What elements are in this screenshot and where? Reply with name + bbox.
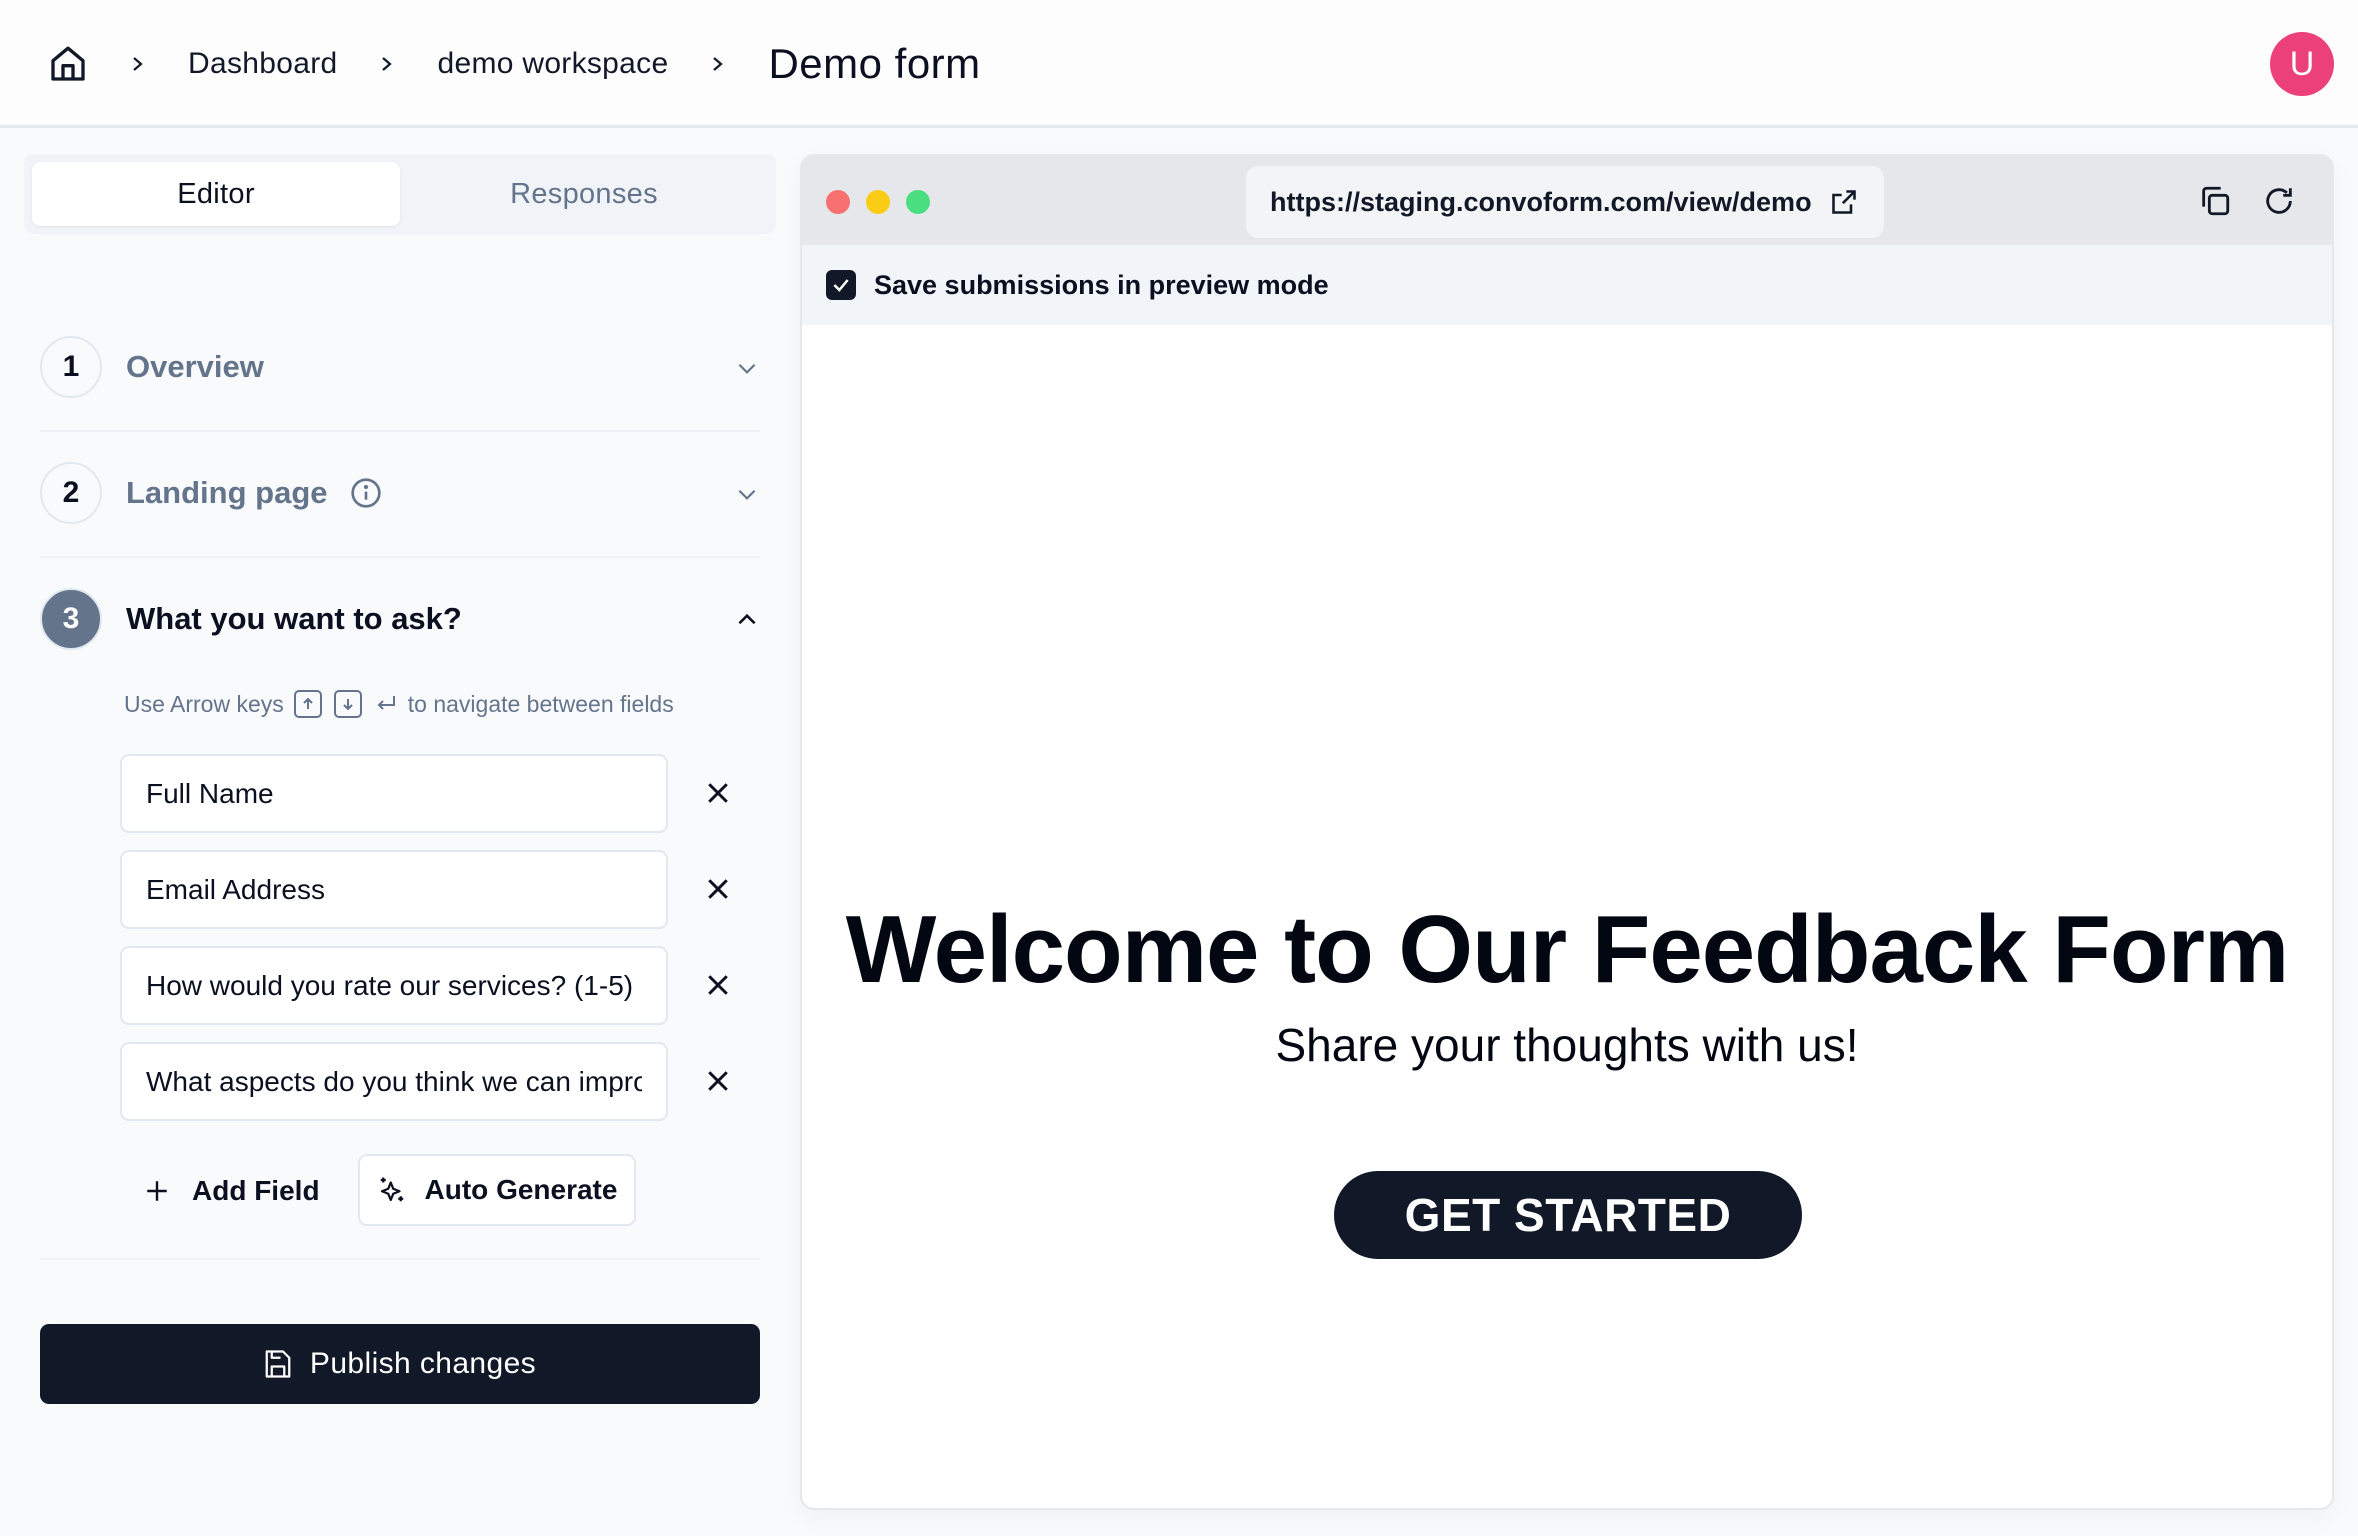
hint-prefix: Use Arrow keys [124, 690, 284, 717]
step-title: What you want to ask? [126, 601, 462, 636]
landing-tagline: Share your thoughts with us! [1275, 1019, 1859, 1071]
hint-suffix: to navigate between fields [407, 690, 674, 717]
step-number: 1 [40, 336, 102, 398]
field-text[interactable] [146, 969, 642, 1002]
step-questions[interactable]: 3 What you want to ask? [40, 587, 760, 651]
chevron-right-icon [133, 57, 143, 71]
url-text: https://staging.convoform.com/view/demo [1270, 186, 1812, 217]
step-number: 2 [40, 462, 102, 524]
field-text[interactable] [146, 873, 642, 906]
home-icon[interactable] [48, 43, 88, 85]
save-submissions-checkbox[interactable] [826, 270, 856, 300]
close-icon[interactable] [703, 1066, 733, 1096]
top-header: Dashboard demo workspace Demo form U [0, 0, 2358, 128]
field-input[interactable] [120, 754, 668, 833]
chevron-right-icon [382, 57, 393, 71]
info-icon[interactable] [350, 477, 382, 509]
avatar[interactable]: U [2270, 32, 2334, 96]
step-title: Landing page [126, 475, 328, 510]
arrow-up-key-icon [293, 690, 322, 718]
step-landing-page[interactable]: 2 Landing page [40, 461, 760, 525]
landing-heading: Welcome to Our Feedback Form [845, 896, 2290, 1003]
browser-toolbar: https://staging.convoform.com/view/demo [802, 156, 2332, 245]
divider [40, 1258, 760, 1260]
copy-icon[interactable] [2198, 184, 2232, 218]
preview-content: Welcome to Our Feedback Form Share your … [802, 325, 2332, 1508]
chevron-down-icon[interactable] [734, 481, 760, 507]
divider [40, 556, 760, 558]
close-icon[interactable] [703, 970, 733, 1000]
refresh-icon[interactable] [2262, 184, 2296, 218]
preview-options-bar: Save submissions in preview mode [802, 245, 2332, 325]
add-field-label: Add Field [192, 1175, 320, 1206]
field-input[interactable] [120, 1042, 668, 1121]
auto-generate-button[interactable]: Auto Generate [358, 1154, 636, 1226]
url-bar[interactable]: https://staging.convoform.com/view/demo [1246, 166, 1884, 238]
breadcrumb-workspace[interactable]: demo workspace [437, 47, 668, 81]
field-text[interactable] [146, 777, 642, 810]
window-maximize-dot [906, 190, 930, 214]
chevron-up-icon[interactable] [734, 607, 760, 633]
breadcrumb-dashboard[interactable]: Dashboard [188, 47, 337, 81]
step-number: 3 [40, 588, 102, 650]
breadcrumb: Dashboard demo workspace Demo form [48, 36, 981, 92]
field-input[interactable] [120, 946, 668, 1025]
check-icon [833, 279, 849, 292]
add-field-button[interactable]: Add Field [144, 1157, 320, 1225]
field-input[interactable] [120, 850, 668, 929]
chevron-down-icon[interactable] [734, 355, 760, 381]
save-icon [265, 1350, 291, 1378]
sparkles-icon [380, 1177, 403, 1202]
navigation-hint: Use Arrow keys to navigate between field… [120, 690, 678, 718]
publish-button[interactable]: Publish changes [40, 1324, 760, 1404]
window-minimize-dot [866, 190, 890, 214]
editor-tabs: Editor Responses [24, 154, 776, 234]
get-started-button[interactable]: GET STARTED [1334, 1171, 1802, 1259]
form-preview: https://staging.convoform.com/view/demo … [800, 154, 2334, 1510]
window-close-dot [826, 190, 850, 214]
close-icon[interactable] [703, 874, 733, 904]
arrow-down-key-icon [333, 690, 362, 718]
step-overview[interactable]: 1 Overview [40, 335, 760, 399]
auto-generate-label: Auto Generate [424, 1174, 618, 1205]
plus-icon [147, 1181, 167, 1201]
close-icon[interactable] [703, 778, 733, 808]
publish-label: Publish changes [309, 1347, 537, 1380]
field-text[interactable] [146, 1065, 642, 1098]
tab-responses[interactable]: Responses [400, 162, 768, 226]
step-title: Overview [126, 349, 264, 384]
external-link-icon[interactable] [1830, 188, 1858, 216]
save-submissions-label: Save submissions in preview mode [874, 269, 1329, 300]
tab-editor[interactable]: Editor [32, 162, 400, 226]
chevron-right-icon [713, 57, 724, 71]
divider [40, 430, 760, 432]
enter-key-icon [377, 696, 395, 710]
page-title: Demo form [768, 40, 981, 87]
